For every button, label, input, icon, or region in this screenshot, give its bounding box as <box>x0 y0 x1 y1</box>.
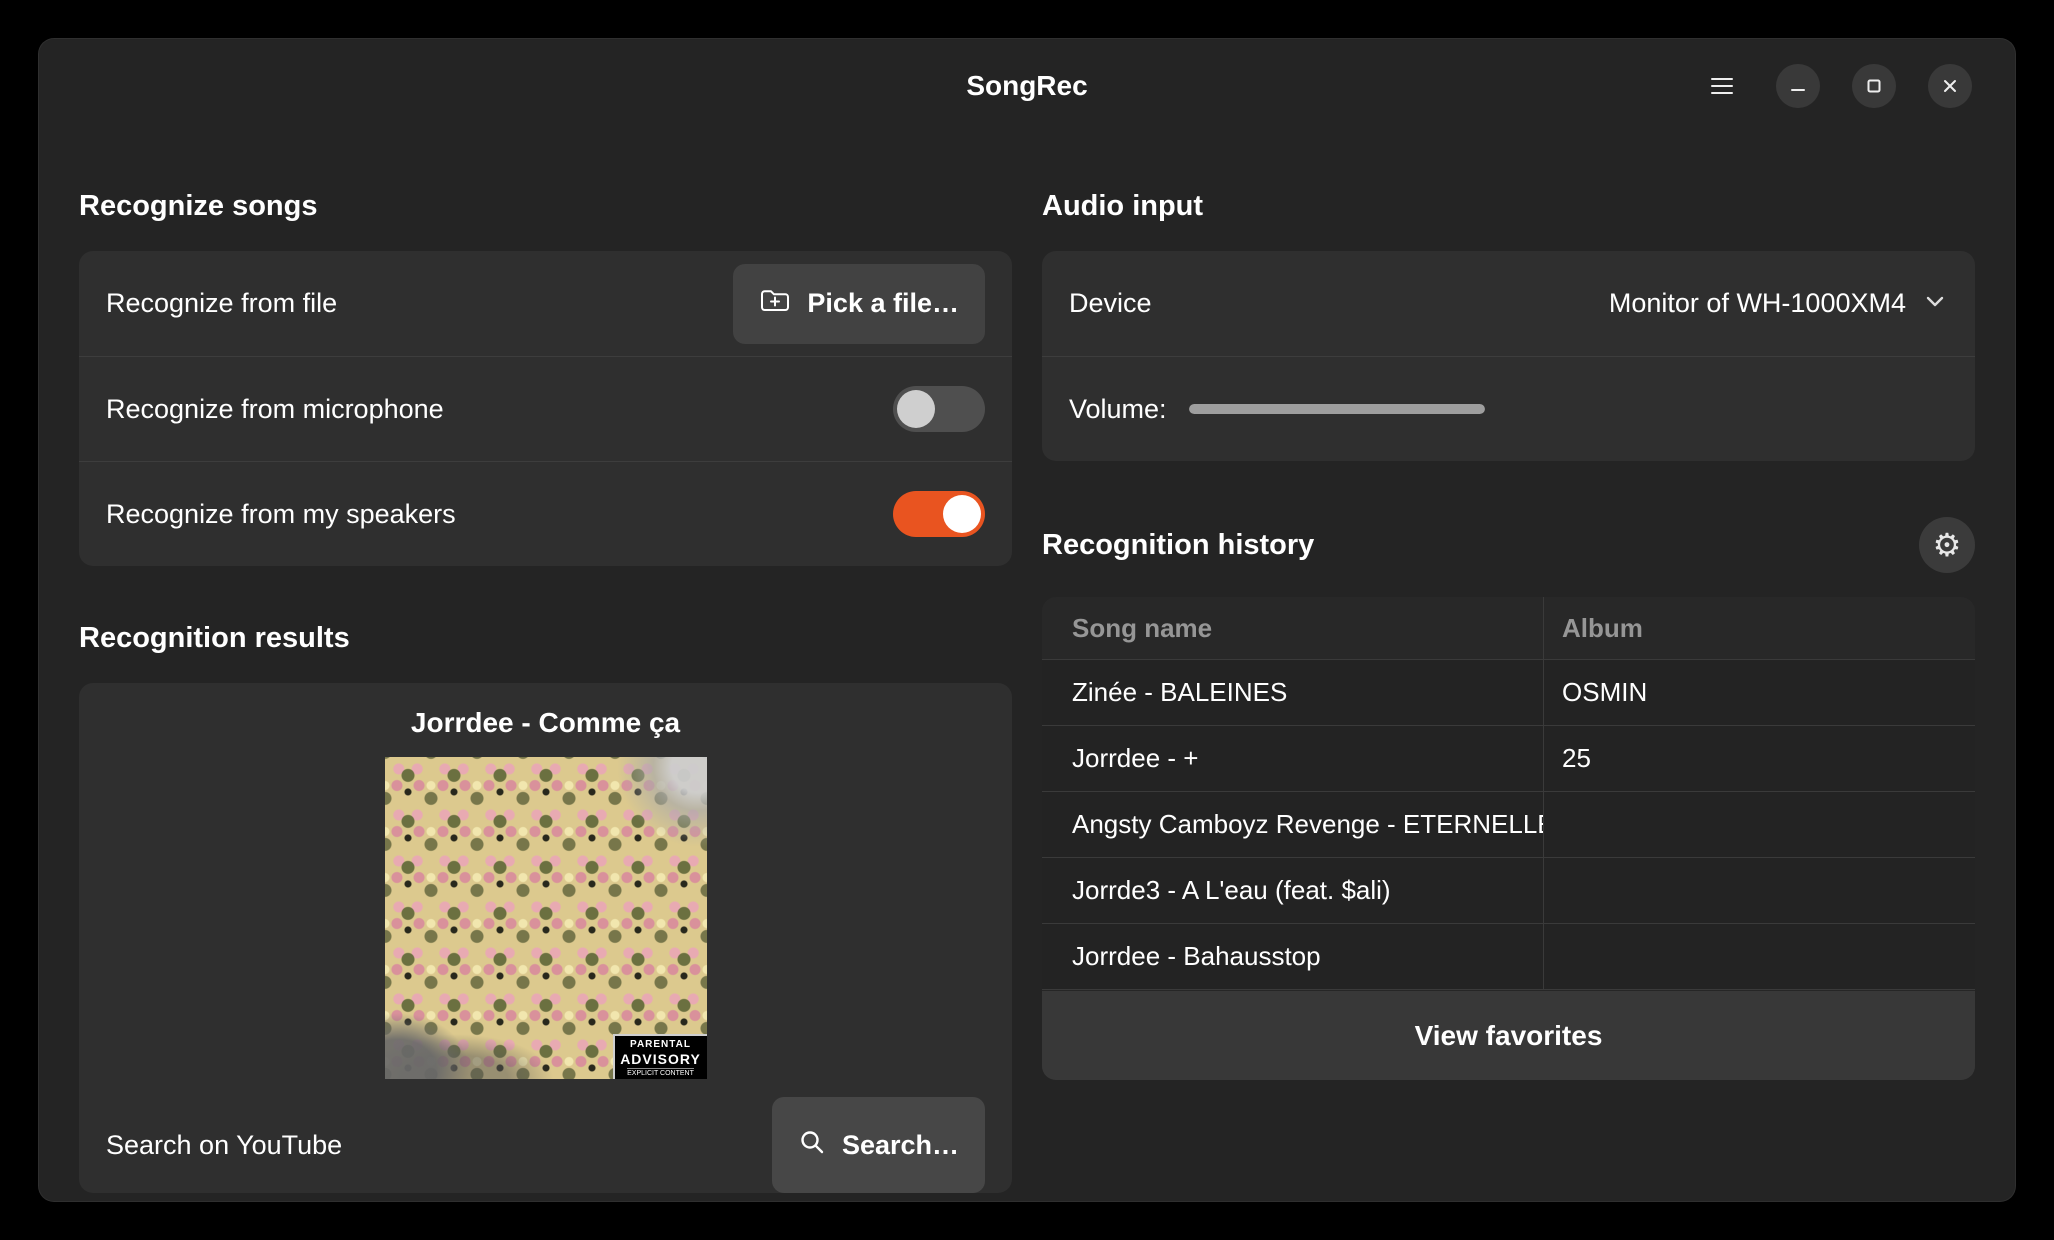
history-song-cell: Jorrdee - Bahausstop <box>1042 924 1543 989</box>
app-window: SongRec Recognize songs Recognize from f… <box>38 38 2016 1202</box>
recognition-results-card: Jorrdee - Comme ça PARENTAL ADVISORY EXP… <box>79 683 1012 1193</box>
history-song-cell: Zinée - BALEINES <box>1042 660 1543 725</box>
search-youtube-row: Search on YouTube Search… <box>79 1097 1012 1193</box>
history-album-cell <box>1543 792 1975 857</box>
speakers-toggle[interactable] <box>893 491 985 537</box>
column-header-song-name: Song name <box>1042 597 1543 659</box>
chevron-down-icon <box>1922 288 1948 319</box>
view-favorites-button[interactable]: View favorites <box>1042 990 1975 1080</box>
window-controls <box>1700 38 1972 134</box>
device-selected-value: Monitor of WH-1000XM4 <box>1609 288 1906 319</box>
history-album-cell <box>1543 858 1975 923</box>
history-row[interactable]: Angsty Camboyz Revenge - ETERNELLE <box>1042 792 1975 858</box>
left-column: Recognize songs Recognize from file Pick… <box>79 134 1012 1193</box>
history-album-cell: OSMIN <box>1543 660 1975 725</box>
volume-label: Volume: <box>1069 394 1167 425</box>
recognize-from-speakers-label: Recognize from my speakers <box>106 499 456 530</box>
recognition-history-card: Song name Album Zinée - BALEINES OSMIN J… <box>1042 597 1975 1080</box>
device-dropdown[interactable]: Monitor of WH-1000XM4 <box>1609 288 1948 319</box>
minimize-button[interactable] <box>1776 64 1820 108</box>
header-bar: SongRec <box>38 38 2016 134</box>
parental-advisory-label: PARENTAL ADVISORY EXPLICIT CONTENT <box>613 1034 707 1079</box>
device-row: Device Monitor of WH-1000XM4 <box>1042 251 1975 356</box>
recognition-history-heading: Recognition history <box>1042 529 1314 562</box>
recognize-from-speakers-row: Recognize from my speakers <box>79 461 1012 566</box>
column-header-album: Album <box>1543 597 1975 659</box>
recognize-from-microphone-row: Recognize from microphone <box>79 356 1012 461</box>
history-row[interactable]: Jorrdee - Bahausstop <box>1042 924 1975 990</box>
microphone-toggle[interactable] <box>893 386 985 432</box>
gear-icon: ⚙ <box>1933 529 1962 561</box>
recognize-from-file-row: Recognize from file Pick a file… <box>79 251 1012 356</box>
recognize-songs-heading: Recognize songs <box>79 190 1012 223</box>
search-youtube-label: Search on YouTube <box>106 1130 342 1161</box>
history-row[interactable]: Jorrdee - + 25 <box>1042 726 1975 792</box>
hamburger-menu-icon[interactable] <box>1700 64 1744 108</box>
search-icon <box>798 1128 826 1163</box>
maximize-button[interactable] <box>1852 64 1896 108</box>
device-label: Device <box>1069 288 1152 319</box>
right-column: Audio input Device Monitor of WH-1000XM4… <box>1042 134 1975 1193</box>
toggle-knob <box>943 495 981 533</box>
advisory-line1: PARENTAL <box>630 1039 691 1050</box>
pick-file-button[interactable]: Pick a file… <box>733 264 985 344</box>
recognition-results-heading: Recognition results <box>79 622 1012 655</box>
history-table-header: Song name Album <box>1042 597 1975 660</box>
history-song-cell: Angsty Camboyz Revenge - ETERNELLE <box>1042 792 1543 857</box>
window-title: SongRec <box>966 70 1087 102</box>
volume-fill <box>1189 404 1485 414</box>
close-button[interactable] <box>1928 64 1972 108</box>
volume-level-bar <box>1189 404 1485 414</box>
recognized-song-title: Jorrdee - Comme ça <box>79 707 1012 739</box>
folder-plus-icon <box>759 286 791 321</box>
advisory-line2: ADVISORY <box>620 1051 701 1067</box>
toggle-knob <box>897 390 935 428</box>
recognize-from-microphone-label: Recognize from microphone <box>106 394 444 425</box>
history-song-cell: Jorrdee - + <box>1042 726 1543 791</box>
history-row[interactable]: Jorrde3 - A L'eau (feat. $ali) <box>1042 858 1975 924</box>
history-row[interactable]: Zinée - BALEINES OSMIN <box>1042 660 1975 726</box>
recognize-from-file-label: Recognize from file <box>106 288 337 319</box>
recognize-songs-card: Recognize from file Pick a file… Recogni… <box>79 251 1012 566</box>
history-settings-button[interactable]: ⚙ <box>1919 517 1975 573</box>
main-content: Recognize songs Recognize from file Pick… <box>38 134 2016 1193</box>
audio-input-heading: Audio input <box>1042 190 1975 223</box>
recognition-history-header: Recognition history ⚙ <box>1042 517 1975 573</box>
history-song-cell: Jorrde3 - A L'eau (feat. $ali) <box>1042 858 1543 923</box>
pick-file-button-label: Pick a file… <box>807 288 959 319</box>
history-album-cell: 25 <box>1543 726 1975 791</box>
search-youtube-button[interactable]: Search… <box>772 1097 985 1193</box>
history-table: Song name Album Zinée - BALEINES OSMIN J… <box>1042 597 1975 990</box>
album-art: PARENTAL ADVISORY EXPLICIT CONTENT <box>385 757 707 1079</box>
audio-input-card: Device Monitor of WH-1000XM4 Volume: <box>1042 251 1975 461</box>
search-button-label: Search… <box>842 1130 959 1161</box>
history-album-cell <box>1543 924 1975 989</box>
advisory-line3: EXPLICIT CONTENT <box>627 1068 694 1077</box>
volume-row: Volume: <box>1042 356 1975 461</box>
